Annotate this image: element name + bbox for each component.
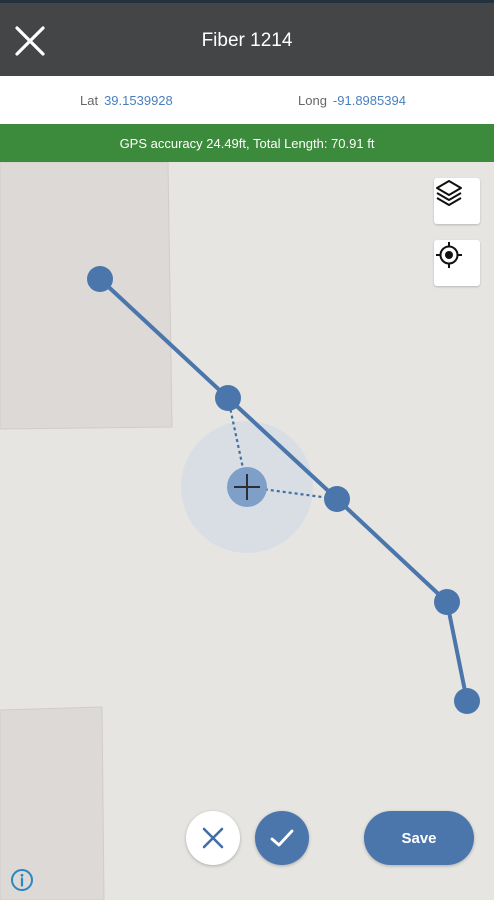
cancel-point-button[interactable] [186, 811, 240, 865]
longitude-label: Long [298, 92, 327, 108]
close-button[interactable] [8, 19, 52, 63]
line-vertex[interactable] [434, 589, 460, 615]
longitude-value: -91.8985394 [332, 92, 406, 108]
top-bar: Fiber 1214 [0, 0, 494, 76]
latitude-readout: Lat 39.1539928 [80, 76, 173, 124]
longitude-readout: Long -91.8985394 [298, 76, 406, 124]
info-icon [11, 869, 33, 891]
close-icon [15, 26, 45, 56]
layers-button[interactable] [434, 178, 480, 224]
check-icon [270, 829, 294, 847]
save-button[interactable]: Save [364, 811, 474, 865]
info-button[interactable] [10, 868, 34, 892]
my-location-button[interactable] [434, 240, 480, 286]
gps-status-bar: GPS accuracy 24.49ft, Total Length: 70.9… [0, 124, 494, 162]
confirm-point-button[interactable] [255, 811, 309, 865]
line-vertex[interactable] [215, 385, 241, 411]
coordinates-bar: Lat 39.1539928 Long -91.8985394 [0, 76, 494, 124]
line-vertex[interactable] [87, 266, 113, 292]
layers-icon [436, 180, 462, 206]
latitude-label: Lat [80, 92, 99, 108]
map-view[interactable] [0, 162, 494, 900]
map-canvas [0, 162, 480, 900]
close-icon [202, 827, 224, 849]
latitude-value: 39.1539928 [104, 92, 173, 108]
gps-locate-icon [436, 242, 462, 268]
map-parcel [0, 162, 173, 430]
line-vertex[interactable] [454, 688, 480, 714]
page-title: Fiber 1214 [201, 30, 293, 51]
line-vertex[interactable] [324, 486, 350, 512]
